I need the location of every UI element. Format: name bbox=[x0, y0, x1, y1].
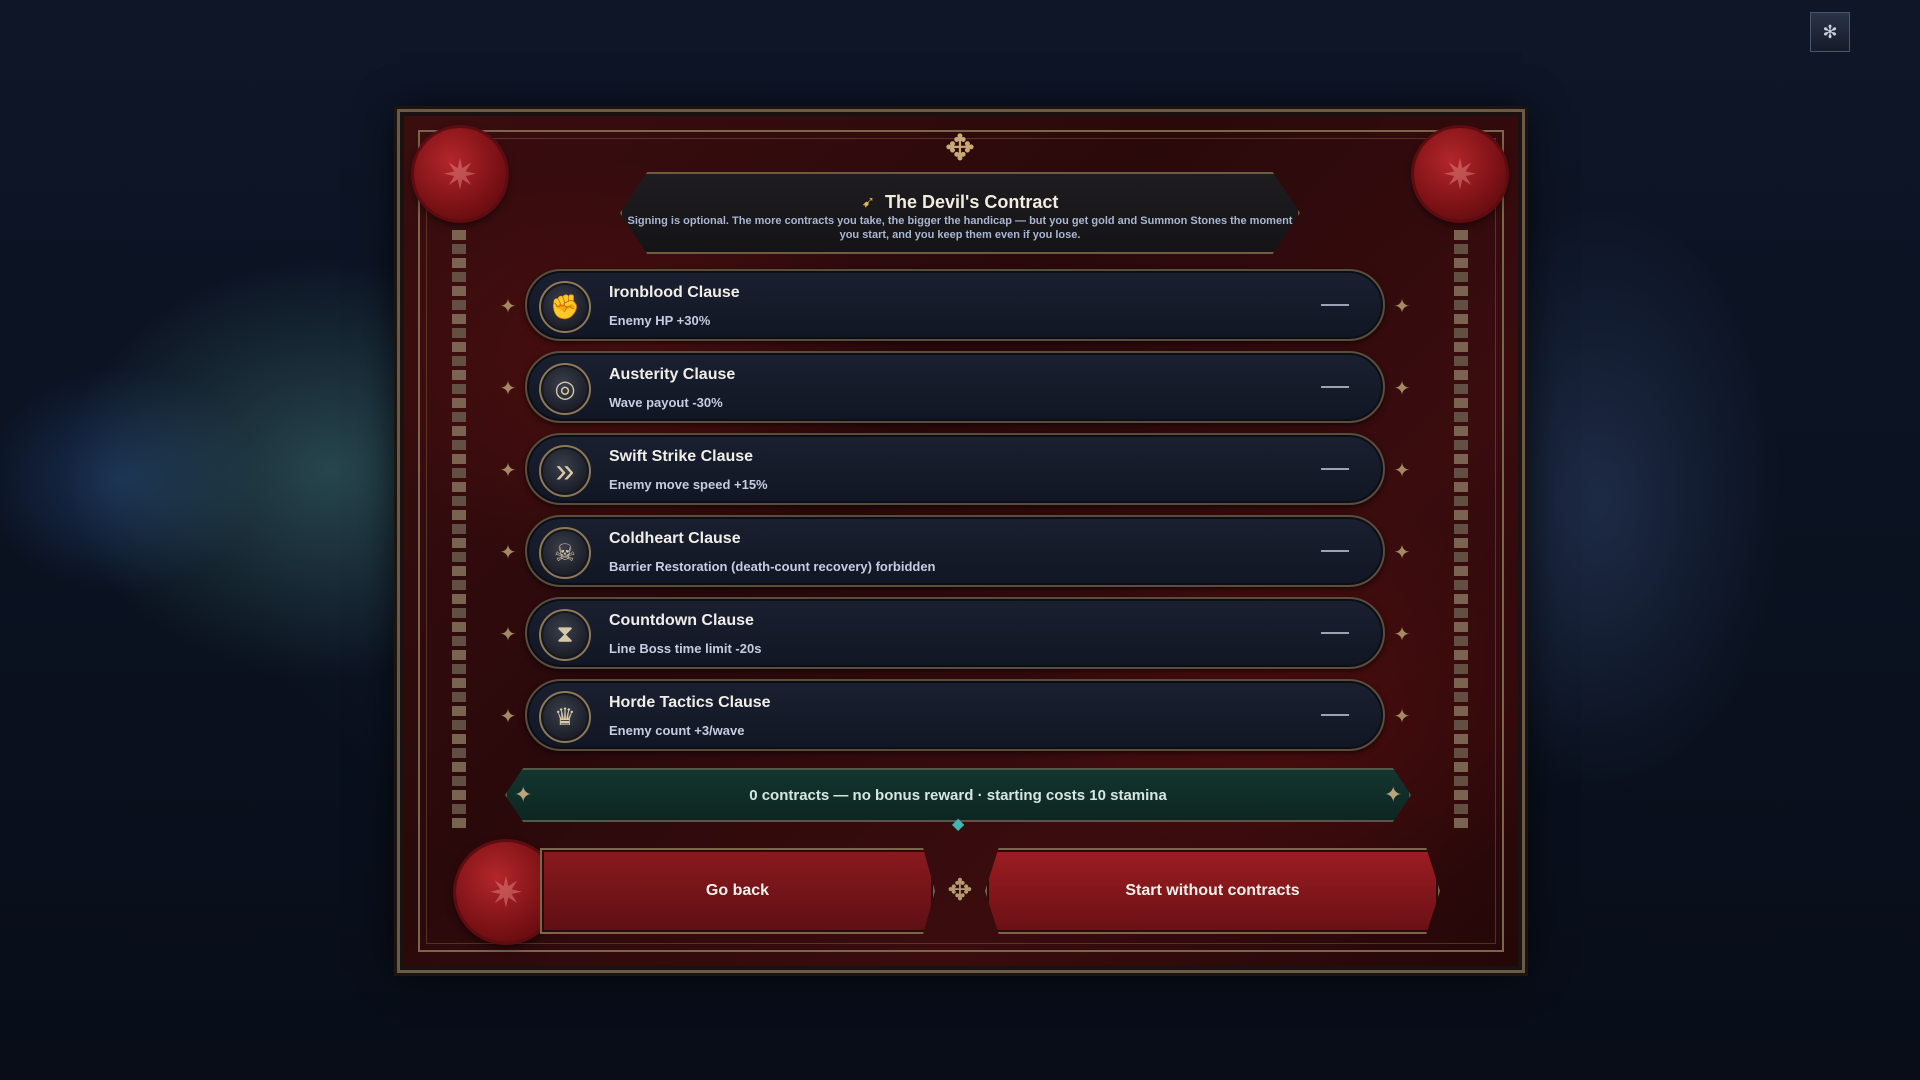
flourish-right-icon: ✦ bbox=[1393, 624, 1411, 646]
clause-desc: Line Boss time limit -20s bbox=[609, 641, 762, 656]
flourish-right-icon: ✦ bbox=[1393, 460, 1411, 482]
chain-left-decoration bbox=[452, 230, 466, 830]
clause-countdown[interactable]: ✦ ⧗ Countdown Clause Line Boss time limi… bbox=[500, 597, 1410, 669]
gear-icon: ✻ bbox=[1822, 21, 1838, 42]
flourish-right-icon: ✦ bbox=[1393, 378, 1411, 400]
dialog-subtitle: Signing is optional. The more contracts … bbox=[627, 215, 1293, 241]
flourish-left-icon: ✦ bbox=[499, 542, 517, 564]
flourish-left-icon: ✦ bbox=[499, 460, 517, 482]
flourish-left-icon: ✦ bbox=[499, 296, 517, 318]
clause-coldheart[interactable]: ✦ ☠ Coldheart Clause Barrier Restoration… bbox=[500, 515, 1410, 587]
clause-toggle[interactable] bbox=[1321, 386, 1349, 388]
clause-desc: Enemy count +3/wave bbox=[609, 723, 745, 738]
clause-desc: Enemy move speed +15% bbox=[609, 477, 768, 492]
clause-swift-strike[interactable]: ✦ » Swift Strike Clause Enemy move speed… bbox=[500, 433, 1410, 505]
dialog-title: The Devil's Contract bbox=[885, 191, 1059, 212]
wax-seal-top-right-icon: ✷ bbox=[1414, 128, 1506, 220]
clause-desc: Enemy HP +30% bbox=[609, 313, 711, 328]
clause-horde-tactics[interactable]: ✦ ♛ Horde Tactics Clause Enemy count +3/… bbox=[500, 679, 1410, 751]
clause-toggle[interactable] bbox=[1321, 714, 1349, 716]
settings-button[interactable]: ✻ bbox=[1810, 12, 1850, 52]
clause-toggle[interactable] bbox=[1321, 304, 1349, 306]
contract-summary-text: 0 contracts — no bonus reward · starting… bbox=[749, 786, 1167, 804]
go-back-button[interactable]: Go back bbox=[540, 848, 935, 934]
clause-name: Horde Tactics Clause bbox=[609, 694, 771, 711]
header-crest-icon: ✥ bbox=[944, 127, 976, 168]
flourish-right-icon: ✦ bbox=[1393, 296, 1411, 318]
dialog-title-row: ➹ The Devil's Contract bbox=[620, 189, 1300, 215]
start-without-contracts-button[interactable]: Start without contracts bbox=[985, 848, 1440, 934]
clause-name: Coldheart Clause bbox=[609, 530, 741, 547]
clause-desc: Barrier Restoration (death-count recover… bbox=[609, 559, 936, 574]
button-divider-icon: ✥ bbox=[947, 874, 973, 907]
clause-name: Ironblood Clause bbox=[609, 284, 740, 301]
clause-name: Swift Strike Clause bbox=[609, 448, 754, 465]
flourish-left-icon: ✦ bbox=[499, 706, 517, 728]
summary-gem-icon: ◆ bbox=[952, 816, 965, 833]
chain-right-decoration bbox=[1454, 230, 1468, 830]
hourglass-icon: ⧗ bbox=[539, 609, 591, 661]
summary-star-right-icon: ✦ bbox=[1384, 782, 1403, 807]
coins-icon: ◎ bbox=[539, 363, 591, 415]
clause-ironblood[interactable]: ✦ ✊ Ironblood Clause Enemy HP +30% ✦ bbox=[500, 269, 1410, 341]
clause-toggle[interactable] bbox=[1321, 550, 1349, 552]
flourish-right-icon: ✦ bbox=[1393, 706, 1411, 728]
flourish-left-icon: ✦ bbox=[499, 624, 517, 646]
flourish-left-icon: ✦ bbox=[499, 378, 517, 400]
clause-austerity[interactable]: ✦ ◎ Austerity Clause Wave payout -30% ✦ bbox=[500, 351, 1410, 423]
double-chevron-icon: » bbox=[539, 445, 591, 497]
skull-icon: ☠ bbox=[539, 527, 591, 579]
clause-name: Countdown Clause bbox=[609, 612, 754, 629]
scroll-icon: ➹ bbox=[861, 194, 876, 211]
clause-toggle[interactable] bbox=[1321, 468, 1349, 470]
clause-toggle[interactable] bbox=[1321, 632, 1349, 634]
crown-icon: ♛ bbox=[539, 691, 591, 743]
clause-desc: Wave payout -30% bbox=[609, 395, 723, 410]
summary-star-left-icon: ✦ bbox=[514, 782, 533, 807]
wax-seal-top-left-icon: ✷ bbox=[414, 128, 506, 220]
flourish-right-icon: ✦ bbox=[1393, 542, 1411, 564]
clause-name: Austerity Clause bbox=[609, 366, 736, 383]
gauntlet-icon: ✊ bbox=[539, 281, 591, 333]
